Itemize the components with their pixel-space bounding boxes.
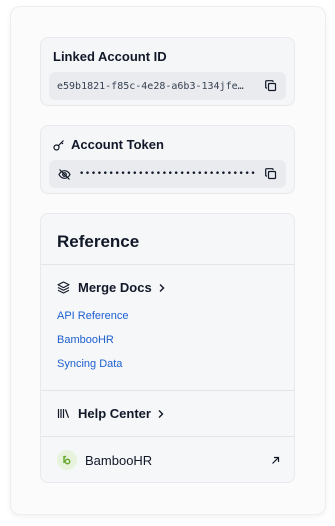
bamboohr-logo (57, 450, 77, 470)
link-syncing-data[interactable]: Syncing Data (57, 358, 122, 370)
account-token-label: Account Token (71, 137, 164, 152)
account-token-title: Account Token (53, 137, 164, 152)
library-icon (57, 407, 70, 420)
chevron-right-icon (157, 409, 165, 419)
link-api-reference[interactable]: API Reference (57, 310, 129, 322)
chevron-right-icon (158, 283, 166, 293)
key-icon (53, 139, 65, 151)
divider (41, 264, 294, 265)
external-link-icon (271, 456, 280, 465)
layers-icon (57, 281, 70, 294)
link-bamboohr-docs[interactable]: BambooHR (57, 334, 114, 346)
reference-card: Reference Merge Docs API Reference Bambo… (40, 213, 295, 483)
help-center-label: Help Center (78, 406, 151, 421)
linked-account-id-field: e59b1821-f85c-4e28-a6b3-134jfe… (49, 72, 286, 100)
eye-off-icon[interactable] (57, 167, 71, 181)
divider (41, 436, 294, 437)
account-token-field: •••••••••••••••••••••••••••••• (49, 160, 286, 188)
divider (41, 390, 294, 391)
copy-icon[interactable] (264, 167, 278, 181)
linked-account-card: Linked Account ID e59b1821-f85c-4e28-a6b… (40, 37, 295, 106)
bamboohr-label: BambooHR (85, 452, 153, 468)
account-token-card: Account Token ••••••••••••••••••••••••••… (40, 125, 295, 194)
copy-icon[interactable] (264, 79, 278, 93)
linked-account-title: Linked Account ID (53, 49, 167, 64)
bamboohr-integration-link[interactable]: BambooHR (57, 450, 280, 470)
merge-docs-label: Merge Docs (78, 280, 152, 295)
merge-docs-link[interactable]: Merge Docs (57, 280, 166, 295)
help-center-link[interactable]: Help Center (57, 406, 165, 421)
reference-title: Reference (57, 232, 140, 251)
account-token-masked: •••••••••••••••••••••••••••••• (79, 169, 257, 179)
linked-account-id-value: e59b1821-f85c-4e28-a6b3-134jfe… (57, 80, 244, 92)
